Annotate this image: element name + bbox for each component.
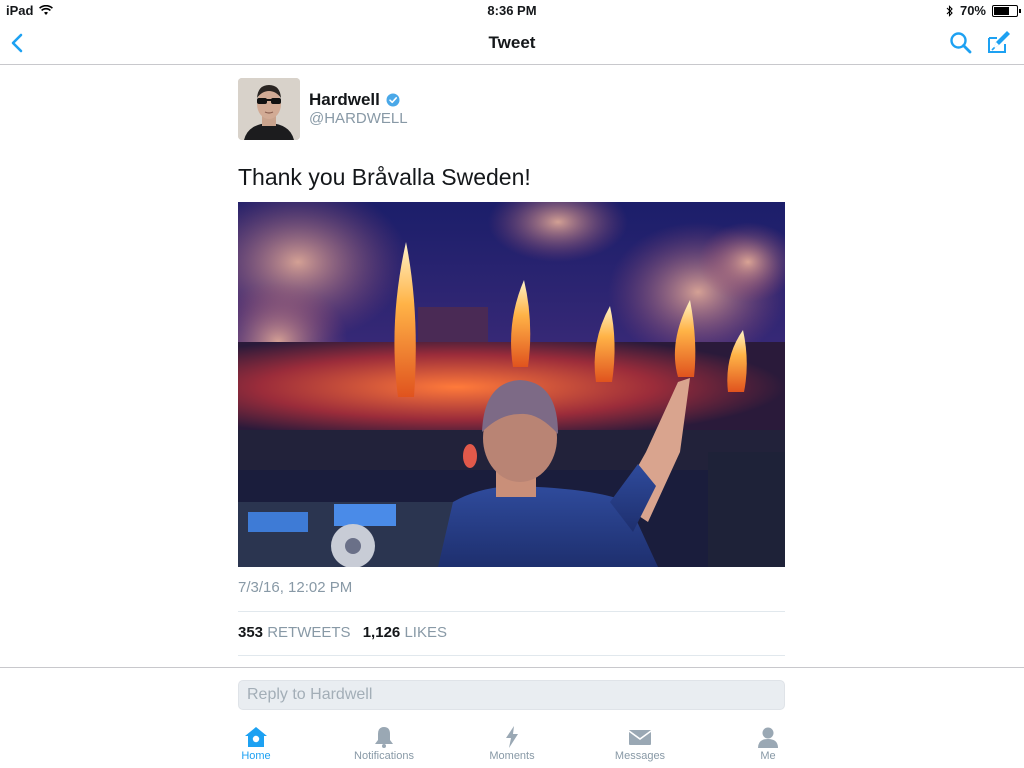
- status-right: 70%: [946, 3, 1021, 18]
- home-icon: [245, 727, 267, 747]
- tab-messages-label: Messages: [614, 750, 666, 762]
- battery-level: [994, 6, 1009, 15]
- tab-notifications[interactable]: Notifications: [334, 726, 434, 762]
- reply-divider: [0, 667, 1024, 668]
- tab-home[interactable]: Home: [206, 726, 306, 762]
- likes-label: LIKES: [404, 624, 447, 641]
- retweets-count: 353: [238, 624, 264, 641]
- status-bar: iPad 8:36 PM 70%: [0, 0, 1024, 22]
- search-icon[interactable]: [948, 30, 974, 56]
- tab-messages[interactable]: Messages: [590, 726, 690, 762]
- avatar-portrait: [238, 78, 300, 140]
- page-title: Tweet: [488, 33, 536, 52]
- envelope-icon: [628, 730, 652, 745]
- tweet-text: Thank you Bråvalla Sweden!: [238, 164, 531, 190]
- navigation-bar: Tweet: [0, 22, 1024, 65]
- retweets-label: RETWEETS: [267, 624, 351, 641]
- likes-link[interactable]: 1,126 LIKES: [363, 624, 455, 641]
- tab-notifications-label: Notifications: [354, 750, 414, 762]
- author-handle: @HARDWELL: [309, 110, 408, 127]
- author-name: Hardwell: [309, 90, 380, 109]
- tab-moments[interactable]: Moments: [462, 726, 562, 762]
- concert-photo: [238, 202, 785, 567]
- bell-icon: [375, 727, 393, 748]
- lightning-icon: [506, 726, 518, 748]
- battery-icon: [992, 4, 1021, 17]
- retweets-link[interactable]: 353 RETWEETS: [238, 624, 359, 641]
- tab-me-label: Me: [760, 750, 776, 762]
- compose-icon[interactable]: [986, 29, 1012, 55]
- tweet-photo[interactable]: [238, 202, 785, 567]
- author-name-link[interactable]: Hardwell: [309, 90, 400, 110]
- tab-me[interactable]: Me: [718, 726, 818, 762]
- person-icon: [758, 727, 778, 748]
- likes-count: 1,126: [362, 624, 401, 641]
- tweet-timestamp: 7/3/16, 12:02 PM: [238, 579, 353, 596]
- tweet-stats: 353 RETWEETS 1,126 LIKES: [238, 624, 455, 641]
- divider: [238, 611, 785, 612]
- tab-bar: Home Notifications Moments Messages Me: [0, 718, 1024, 768]
- tab-home-label: Home: [241, 750, 271, 762]
- reply-input[interactable]: [238, 680, 785, 710]
- bluetooth-icon: [946, 4, 953, 17]
- tab-moments-label: Moments: [489, 750, 535, 762]
- divider: [238, 655, 785, 656]
- battery-percent: 70%: [959, 3, 986, 18]
- avatar[interactable]: [238, 78, 300, 140]
- status-time: 8:36 PM: [487, 3, 537, 18]
- verified-badge-icon: [386, 93, 400, 107]
